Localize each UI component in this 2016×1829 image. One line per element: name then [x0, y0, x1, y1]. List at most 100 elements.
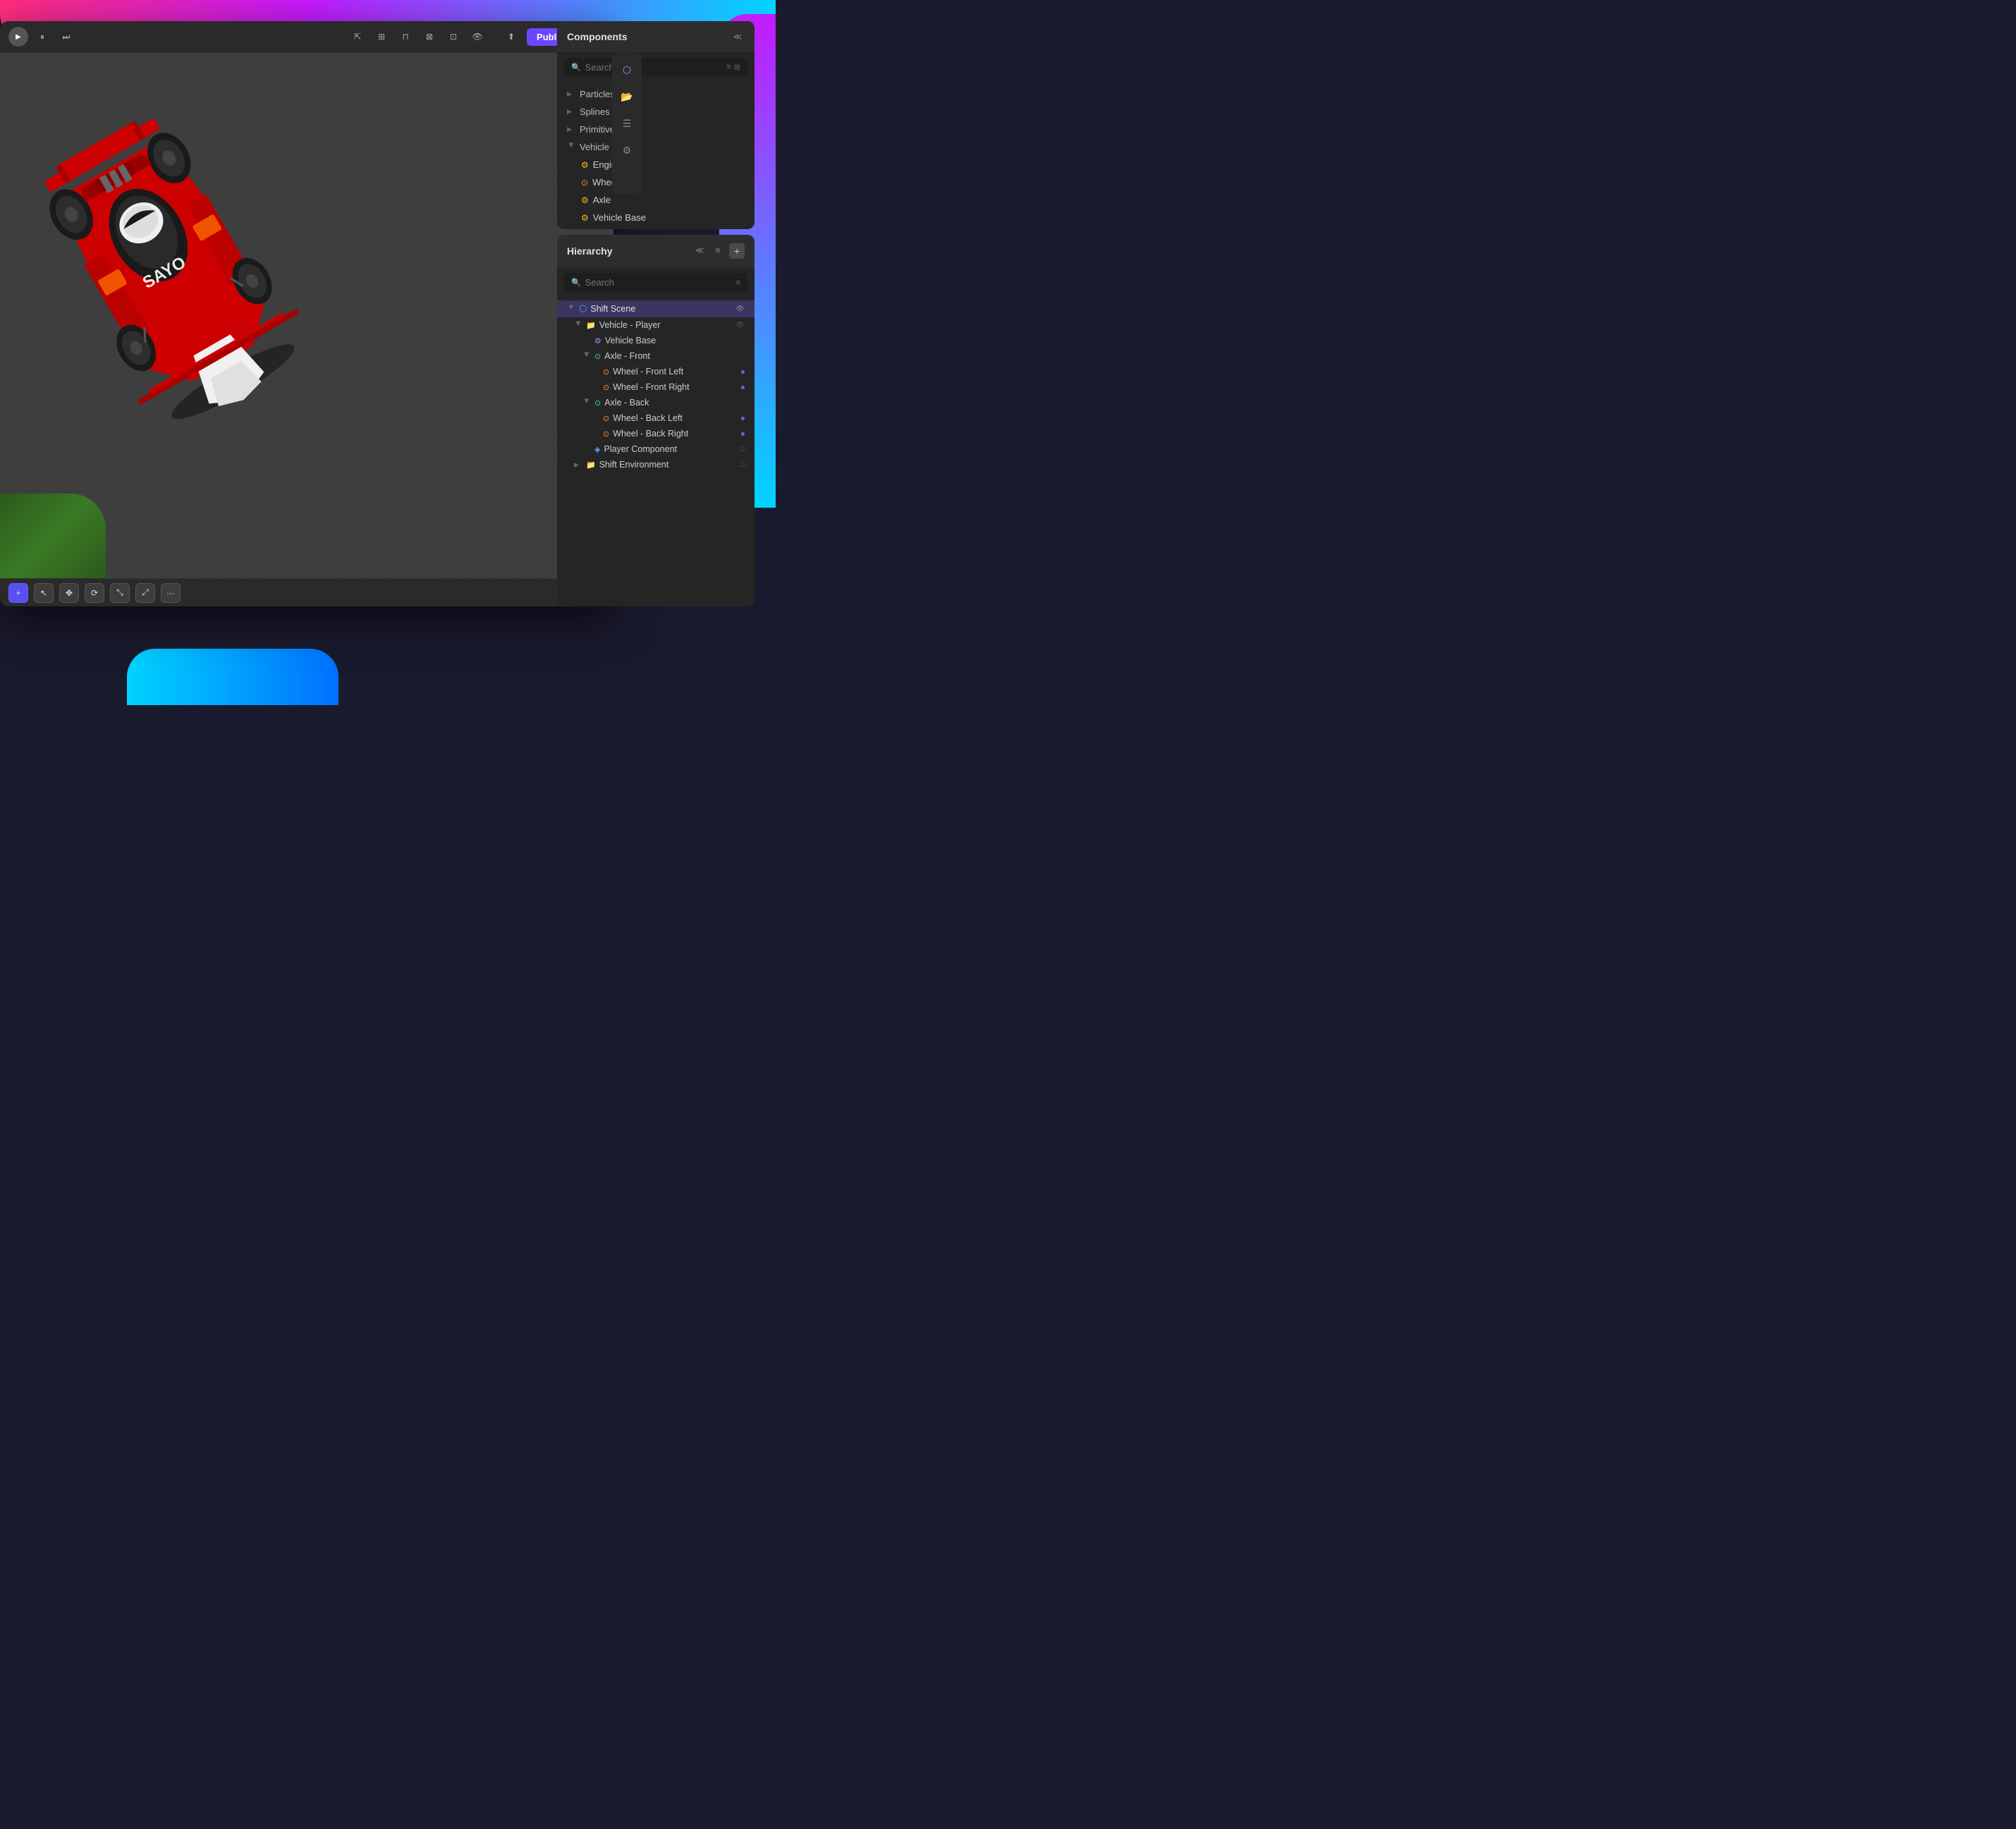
vehicle-player-eye-icon[interactable]: 👁 [735, 322, 745, 329]
wheel-br-icon: ⊙ [603, 429, 609, 439]
scene-list-icon[interactable]: ☰ [616, 112, 638, 135]
magnet-icon[interactable]: ⊓ [396, 27, 415, 47]
primitives-arrow: ▶ [567, 126, 575, 133]
player-component-label: Player Component [604, 444, 677, 454]
wheel-back-left-item[interactable]: ▶ ⊙ Wheel - Back Left [557, 410, 755, 426]
hierarchy-header-icons: ≪ ≡ + [692, 243, 745, 259]
grass-patch [0, 494, 106, 578]
right-panel: Components ≪ 🔍 ≡ ⊞ ▶ Particles ▶ Splines [557, 21, 755, 606]
share-icon[interactable]: ⬆ [501, 27, 521, 47]
splines-label: Splines [580, 106, 610, 117]
move-tool-button[interactable]: ✥ [59, 583, 79, 603]
wheel-bl-dot [741, 417, 745, 420]
grid-view-icon[interactable]: ⊞ [734, 63, 740, 72]
engine-item[interactable]: ⚙ Engine [557, 156, 755, 173]
filter-icon[interactable]: ≡ [726, 63, 731, 72]
hierarchy-search-bar[interactable]: 🔍 ≡ [564, 273, 747, 292]
vehicle-player-arrow: ▶ [575, 321, 582, 329]
rotate-tool-button[interactable]: ⟳ [85, 583, 104, 603]
components-panel: Components ≪ 🔍 ≡ ⊞ ▶ Particles ▶ Splines [557, 21, 755, 229]
hierarchy-panel: Hierarchy ≪ ≡ + 🔍 ≡ ▶ ⬡ Shift Scene 👁 [557, 235, 755, 606]
axle-front-item[interactable]: ▶ ⊙ Axle - Front 👁 [557, 348, 755, 364]
grid-icon[interactable]: ⊞ [372, 27, 391, 47]
hierarchy-tree: ▶ ⬡ Shift Scene 👁 ▶ 📁 Vehicle - Player 👁… [557, 298, 755, 606]
frame-icon[interactable]: ⊡ [444, 27, 463, 47]
editor-window: ▶ ⏸ ⏭ ⇱ ⊞ ⊓ ⊠ ⊡ 👁 ⬆ Publish ? [0, 21, 613, 606]
shift-environment-label: Shift Environment [599, 460, 669, 470]
shift-scene-label: Shift Scene [590, 304, 635, 314]
expand-tool-button[interactable]: ⤢ [135, 583, 155, 603]
hierarchy-collapse-btn[interactable]: ≪ [692, 243, 707, 257]
shift-env-folder-icon: 📁 [586, 460, 596, 470]
axle-front-label: Axle - Front [604, 351, 650, 361]
wheel-back-right-label: Wheel - Back Right [613, 429, 688, 439]
vehicle-base-h-icon: ⚙ [594, 336, 601, 345]
particles-category[interactable]: ▶ Particles [557, 85, 755, 103]
vehicle-player-label: Vehicle - Player [599, 320, 661, 330]
player-comp-eye-icon[interactable]: 👁̶ [740, 446, 745, 453]
vehicle-base-label: Vehicle Base [593, 212, 646, 223]
hierarchy-panel-header: Hierarchy ≪ ≡ + [557, 235, 755, 267]
vehicle-player-item[interactable]: ▶ 📁 Vehicle - Player 👁 [557, 317, 755, 333]
axle-back-label: Axle - Back [604, 398, 649, 408]
wheel-item[interactable]: ⊙ Wheel [557, 173, 755, 191]
particles-arrow: ▶ [567, 90, 575, 98]
wheel-front-right-label: Wheel - Front Right [613, 382, 689, 392]
hierarchy-title: Hierarchy [567, 245, 692, 257]
shift-scene-eye-icon[interactable]: 👁 [735, 305, 745, 313]
player-component-item[interactable]: ▶ ◈ Player Component 👁̶ [557, 441, 755, 457]
hierarchy-filter-icon[interactable]: ≡ [736, 279, 740, 287]
components-search-bar[interactable]: 🔍 ≡ ⊞ [564, 58, 747, 77]
wheel-icon: ⊙ [581, 178, 588, 188]
vehicle-label: Vehicle [580, 142, 609, 152]
viewport[interactable]: SAYO ⚙ [0, 53, 613, 578]
shift-scene-item[interactable]: ▶ ⬡ Shift Scene 👁 [557, 300, 755, 317]
toolbar-left: ▶ ⏸ ⏭ [8, 27, 76, 47]
hierarchy-add-btn[interactable]: + [729, 243, 745, 259]
transform-icon[interactable]: ⇱ [348, 27, 367, 47]
axle-back-item[interactable]: ▶ ⊙ Axle - Back 👁 [557, 395, 755, 410]
assets-icon[interactable]: 📂 [616, 85, 638, 108]
hierarchy-filter-btn[interactable]: ≡ [711, 243, 725, 257]
splines-category[interactable]: ▶ Splines [557, 103, 755, 121]
wheel-front-right-item[interactable]: ▶ ⊙ Wheel - Front Right [557, 379, 755, 395]
components-search-input[interactable] [585, 62, 723, 73]
axle-back-arrow: ▶ [583, 398, 591, 407]
components-panel-header: Components ≪ [557, 21, 755, 52]
align-icon[interactable]: ⊠ [420, 27, 439, 47]
shift-env-eye-icon[interactable]: 👁̶ [740, 461, 745, 469]
eye-icon[interactable]: 👁 [468, 27, 487, 47]
shift-environment-item[interactable]: ▶ 📁 Shift Environment 👁̶ [557, 457, 755, 472]
more-tools-button[interactable]: ··· [161, 583, 181, 603]
settings-tab-icon[interactable]: ⚙ [616, 139, 638, 161]
search-right-icons: ≡ ⊞ [726, 63, 740, 72]
vehicle-base-item[interactable]: ⚙ Vehicle Base [557, 209, 755, 226]
components-title: Components [567, 31, 731, 42]
wheel-back-right-item[interactable]: ▶ ⊙ Wheel - Back Right [557, 426, 755, 441]
toolbar-center: ⇱ ⊞ ⊓ ⊠ ⊡ 👁 [348, 27, 487, 47]
skip-button[interactable]: ⏭ [56, 27, 76, 47]
play-button[interactable]: ▶ [8, 27, 28, 47]
scale-tool-button[interactable]: ⤡ [110, 583, 130, 603]
shift-scene-arrow: ▶ [568, 305, 575, 313]
side-icon-bar: ⬡ 📂 ☰ ⚙ [612, 53, 642, 194]
select-tool-button[interactable]: ↖ [34, 583, 54, 603]
primitives-category[interactable]: ▶ Primitives [557, 121, 755, 138]
hierarchy-search-icon: 🔍 [571, 278, 581, 287]
hierarchy-search-input[interactable] [585, 277, 732, 288]
axle-item[interactable]: ⚙ Axle [557, 191, 755, 209]
vehicle-base-h-label: Vehicle Base [605, 336, 656, 345]
wheel-back-left-label: Wheel - Back Left [613, 413, 683, 423]
wheel-fr-icon: ⊙ [603, 383, 609, 392]
wheel-fl-icon: ⊙ [603, 367, 609, 377]
axle-front-arrow: ▶ [583, 352, 591, 360]
vehicle-player-folder-icon: 📁 [586, 321, 596, 330]
wheel-front-left-item[interactable]: ▶ ⊙ Wheel - Front Left [557, 364, 755, 379]
vehicle-category[interactable]: ▶ Vehicle [557, 138, 755, 156]
components-icon[interactable]: ⬡ [616, 59, 638, 81]
pause-button[interactable]: ⏸ [32, 27, 52, 47]
add-object-button[interactable]: + [8, 583, 28, 603]
components-collapse-btn[interactable]: ≪ [731, 30, 745, 44]
vehicle-base-h-item[interactable]: ▶ ⚙ Vehicle Base 👁 [557, 333, 755, 348]
wheel-front-left-label: Wheel - Front Left [613, 367, 683, 377]
